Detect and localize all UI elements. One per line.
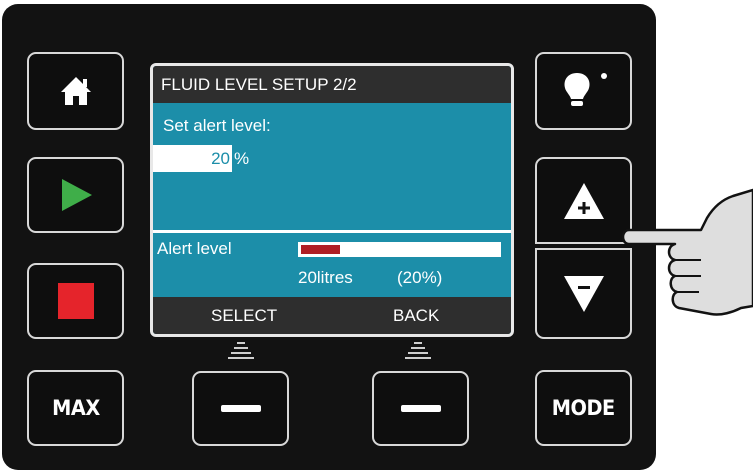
softkey-back-button[interactable] xyxy=(372,371,469,446)
play-icon xyxy=(61,179,92,211)
mode-label: MODE xyxy=(551,396,616,420)
max-button[interactable]: MAX xyxy=(27,370,124,446)
dash-icon xyxy=(400,405,441,412)
softkey-select-button[interactable] xyxy=(192,371,289,446)
softkey-select-label: SELECT xyxy=(211,306,278,325)
prompt-label: Set alert level: xyxy=(163,116,271,135)
home-button[interactable] xyxy=(27,52,124,130)
alert-level-bar xyxy=(298,242,501,257)
play-button[interactable] xyxy=(27,157,124,233)
mode-button[interactable]: MODE xyxy=(535,370,632,446)
alert-level-label: Alert level xyxy=(157,239,232,258)
control-panel: MAX MODE FLUID LEVEL SETUP 2/2 Set alert… xyxy=(2,4,656,470)
max-label: MAX xyxy=(51,396,100,420)
dash-icon xyxy=(220,405,261,412)
alert-level-bar-fill xyxy=(301,245,340,254)
alert-litres: 20litres xyxy=(298,268,353,287)
value-unit: % xyxy=(234,149,250,168)
pointing-hand-icon xyxy=(621,188,753,316)
screen-title: FLUID LEVEL SETUP 2/2 xyxy=(153,66,511,103)
alert-percent: (20%) xyxy=(397,268,443,287)
softkey-bar: SELECT BACK xyxy=(153,297,511,334)
softkey-hint-left xyxy=(228,340,254,360)
light-bulb-icon xyxy=(564,73,607,106)
stop-button[interactable] xyxy=(27,263,124,339)
softkey-hint-right xyxy=(405,340,431,360)
stop-icon xyxy=(57,283,94,319)
home-icon xyxy=(60,77,91,105)
divider xyxy=(153,230,511,233)
light-button[interactable] xyxy=(535,52,632,130)
minus-triangle-icon xyxy=(563,275,604,312)
alert-value-field[interactable]: 20 xyxy=(153,145,232,172)
plus-triangle-icon xyxy=(563,182,604,219)
softkey-back-label: BACK xyxy=(393,306,440,325)
lcd-screen: FLUID LEVEL SETUP 2/2 Set alert level: 2… xyxy=(150,63,514,337)
